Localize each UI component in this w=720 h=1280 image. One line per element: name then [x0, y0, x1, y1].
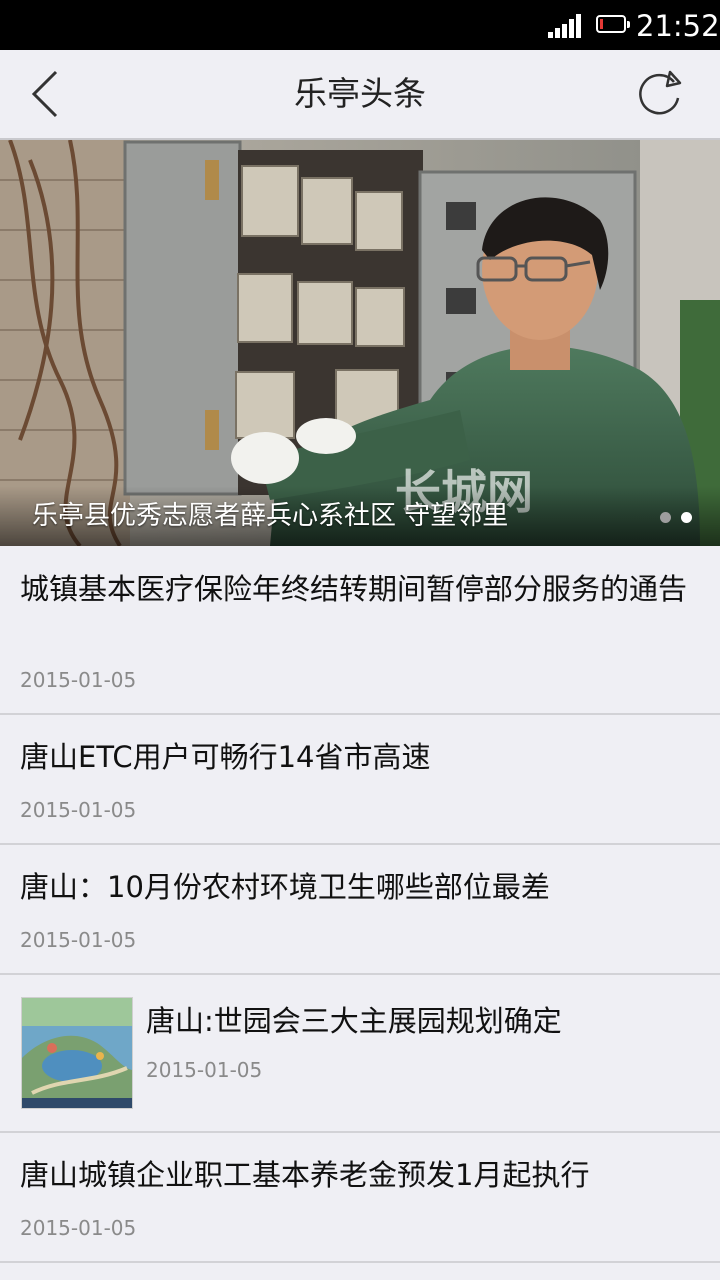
refresh-icon: [639, 70, 682, 115]
carousel-dot[interactable]: [660, 512, 671, 523]
status-bar: 21:52: [0, 0, 720, 50]
news-date: 2015-01-05: [20, 798, 137, 822]
news-title: 唐山:世园会三大主展园规划确定: [146, 1004, 562, 1038]
nav-bar: 乐亭头条: [0, 50, 720, 140]
banner-caption: 乐亭县优秀志愿者薛兵心系社区 守望邻里: [32, 501, 509, 531]
news-title: 唐山ETC用户可畅行14省市高速: [20, 740, 431, 774]
news-list: 城镇基本医疗保险年终结转期间暂停部分服务的通告 2015-01-05 唐山ETC…: [0, 546, 720, 1263]
news-item[interactable]: 城镇基本医疗保险年终结转期间暂停部分服务的通告 2015-01-05: [0, 546, 720, 715]
signal-icon: [548, 14, 584, 38]
news-date: 2015-01-05: [146, 1058, 263, 1082]
news-item[interactable]: 唐山:世园会三大主展园规划确定 2015-01-05: [0, 975, 720, 1133]
news-title: 城镇基本医疗保险年终结转期间暂停部分服务的通告: [20, 572, 688, 606]
back-button[interactable]: [22, 68, 70, 120]
news-date: 2015-01-05: [20, 668, 137, 692]
news-item[interactable]: 唐山ETC用户可畅行14省市高速 2015-01-05: [0, 715, 720, 845]
headline-banner[interactable]: 长城网 乐亭县优秀志愿者薛兵心系社区 守望邻里: [0, 140, 720, 546]
news-date: 2015-01-05: [20, 1216, 137, 1240]
back-arrow-icon: [31, 70, 58, 118]
news-thumbnail: [21, 997, 133, 1109]
park-map-image: [22, 998, 132, 1108]
carousel-dot-active[interactable]: [681, 512, 692, 523]
status-time: 21:52: [636, 9, 720, 43]
carousel-indicator: [650, 508, 692, 527]
news-title: 唐山：10月份农村环境卫生哪些部位最差: [20, 870, 550, 904]
news-item[interactable]: 唐山城镇企业职工基本养老金预发1月起执行 2015-01-05: [0, 1133, 720, 1263]
news-title: 唐山城镇企业职工基本养老金预发1月起执行: [20, 1158, 590, 1192]
battery-icon: [596, 15, 630, 33]
news-item[interactable]: 唐山：10月份农村环境卫生哪些部位最差 2015-01-05: [0, 845, 720, 975]
page-title: 乐亭头条: [294, 74, 426, 113]
news-date: 2015-01-05: [20, 928, 137, 952]
refresh-button[interactable]: [632, 68, 688, 124]
